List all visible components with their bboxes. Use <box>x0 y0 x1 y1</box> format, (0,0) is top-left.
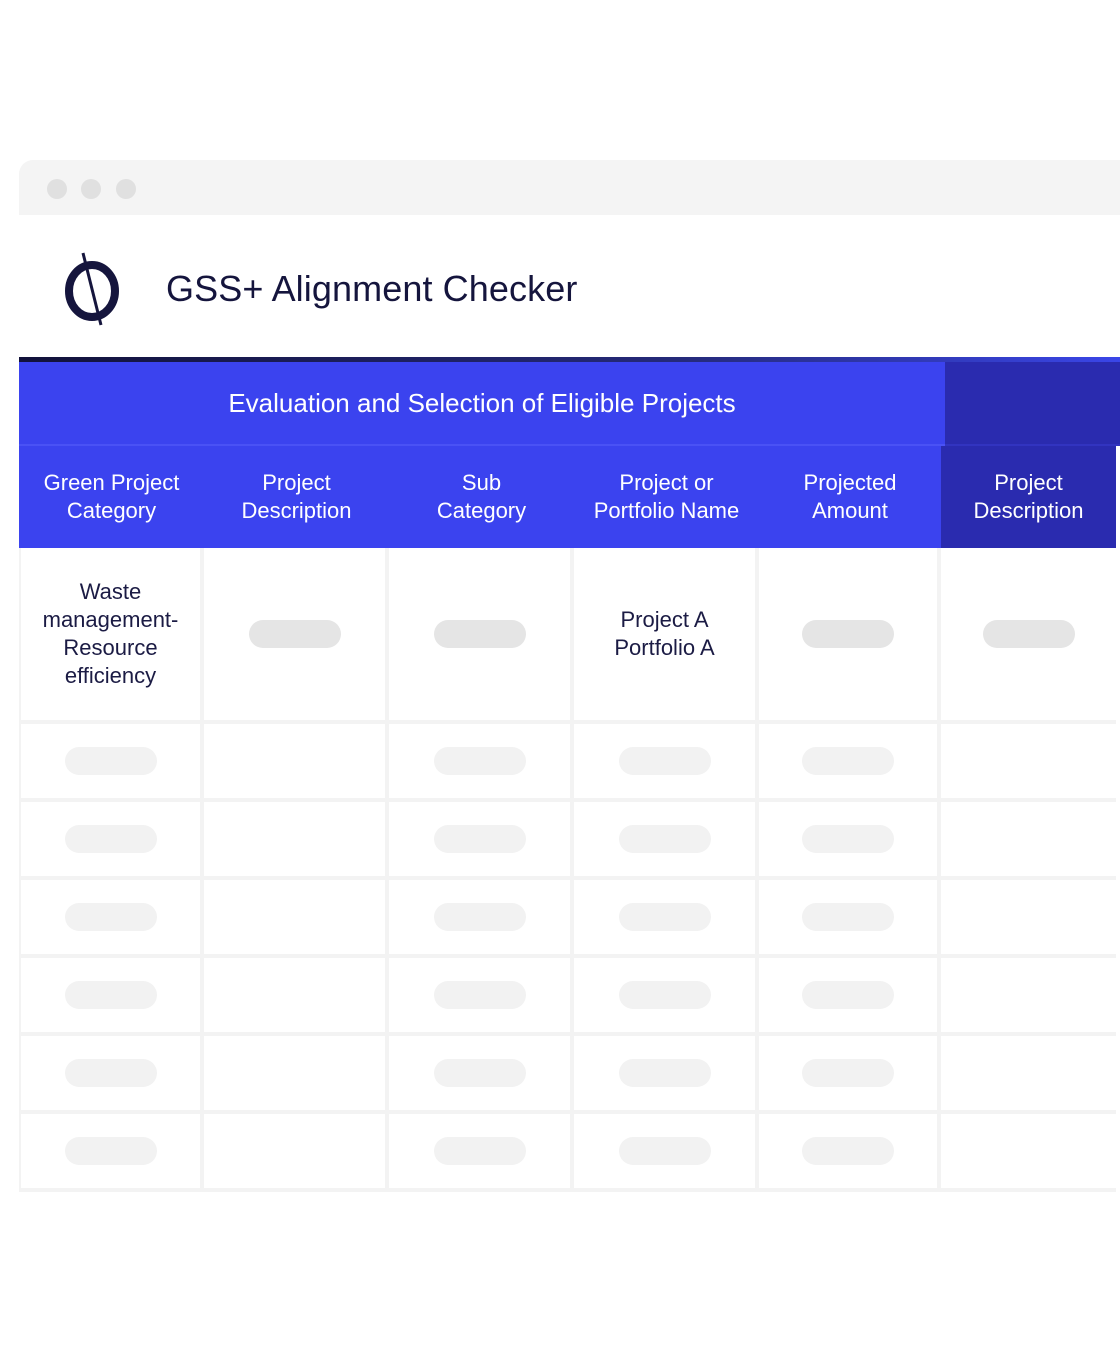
placeholder-pill <box>64 1059 157 1087</box>
placeholder-pill <box>433 1137 526 1165</box>
placeholder-pill <box>618 903 711 931</box>
table-row <box>19 1114 1120 1192</box>
placeholder-pill <box>802 903 894 931</box>
group-header-evaluation: Evaluation and Selection of Eligible Pro… <box>19 362 945 446</box>
placeholder-pill <box>802 825 894 853</box>
cell-project-or-portfolio-name[interactable] <box>574 958 759 1036</box>
cell-project-description[interactable] <box>204 724 389 802</box>
cell-project-description-2[interactable] <box>941 548 1116 724</box>
table-row <box>19 880 1120 958</box>
table-row: Waste management- Resource efficiency Pr… <box>19 548 1120 724</box>
cell-green-project-category[interactable] <box>19 802 204 880</box>
cell-projected-amount[interactable] <box>759 880 941 958</box>
cell-sub-category[interactable] <box>389 1114 574 1192</box>
placeholder-pill <box>64 747 157 775</box>
cell-project-or-portfolio-name[interactable]: Project A Portfolio A <box>574 548 759 724</box>
window-dot-icon[interactable] <box>81 179 101 199</box>
group-header-next <box>945 362 1120 446</box>
cell-project-description-2[interactable] <box>941 802 1116 880</box>
cell-green-project-category[interactable] <box>19 724 204 802</box>
cell-project-description-2[interactable] <box>941 958 1116 1036</box>
cell-green-project-category[interactable] <box>19 1114 204 1192</box>
group-header-row: Evaluation and Selection of Eligible Pro… <box>19 362 1120 446</box>
placeholder-pill <box>802 1137 894 1165</box>
placeholder-pill <box>618 1137 711 1165</box>
cell-projected-amount[interactable] <box>759 548 941 724</box>
cell-project-description[interactable] <box>204 802 389 880</box>
column-header-green-project-category[interactable]: Green Project Category <box>19 446 204 548</box>
placeholder-pill <box>802 747 894 775</box>
placeholder-pill <box>433 620 526 648</box>
cell-project-or-portfolio-name[interactable] <box>574 802 759 880</box>
placeholder-pill <box>802 1059 894 1087</box>
cell-project-or-portfolio-name[interactable] <box>574 1114 759 1192</box>
table-row <box>19 724 1120 802</box>
cell-project-description-2[interactable] <box>941 724 1116 802</box>
alignment-table: Evaluation and Selection of Eligible Pro… <box>19 357 1120 1192</box>
cell-green-project-category[interactable] <box>19 880 204 958</box>
placeholder-pill <box>433 747 526 775</box>
window-dot-icon[interactable] <box>47 179 67 199</box>
placeholder-pill <box>64 903 157 931</box>
column-header-project-or-portfolio-name[interactable]: Project or Portfolio Name <box>574 446 759 548</box>
cell-project-description-2[interactable] <box>941 1114 1116 1192</box>
cell-projected-amount[interactable] <box>759 724 941 802</box>
placeholder-pill <box>433 825 526 853</box>
placeholder-pill <box>802 981 894 1009</box>
browser-window: GSS+ Alignment Checker Evaluation and Se… <box>19 160 1120 1196</box>
cell-projected-amount[interactable] <box>759 958 941 1036</box>
cell-project-description[interactable] <box>204 958 389 1036</box>
cell-project-description[interactable] <box>204 1036 389 1114</box>
placeholder-pill <box>64 1137 157 1165</box>
cell-sub-category[interactable] <box>389 724 574 802</box>
cell-project-or-portfolio-name[interactable] <box>574 880 759 958</box>
app-title: GSS+ Alignment Checker <box>166 268 578 309</box>
window-dot-icon[interactable] <box>116 179 136 199</box>
placeholder-pill <box>433 981 526 1009</box>
cell-green-project-category[interactable] <box>19 1036 204 1114</box>
placeholder-pill <box>618 825 711 853</box>
placeholder-pill <box>433 903 526 931</box>
cell-project-description[interactable] <box>204 548 389 724</box>
cell-sub-category[interactable] <box>389 1036 574 1114</box>
table-row <box>19 1036 1120 1114</box>
cell-project-or-portfolio-name[interactable] <box>574 1036 759 1114</box>
table-row <box>19 802 1120 880</box>
cell-sub-category[interactable] <box>389 958 574 1036</box>
cell-project-description[interactable] <box>204 880 389 958</box>
cell-project-description[interactable] <box>204 1114 389 1192</box>
column-header-project-description-2[interactable]: Project Description <box>941 446 1116 548</box>
placeholder-pill <box>64 981 157 1009</box>
placeholder-pill <box>618 981 711 1009</box>
cell-project-or-portfolio-name[interactable] <box>574 724 759 802</box>
cell-green-project-category[interactable] <box>19 958 204 1036</box>
cell-project-description-2[interactable] <box>941 880 1116 958</box>
placeholder-pill <box>982 620 1075 648</box>
placeholder-pill <box>64 825 157 853</box>
placeholder-rows <box>19 724 1120 1192</box>
column-header-row: Green Project Category Project Descripti… <box>19 446 1120 548</box>
column-header-projected-amount[interactable]: Projected Amount <box>759 446 941 548</box>
cell-sub-category[interactable] <box>389 880 574 958</box>
cell-green-project-category[interactable]: Waste management- Resource efficiency <box>19 548 204 724</box>
cell-projected-amount[interactable] <box>759 1036 941 1114</box>
placeholder-pill <box>248 620 341 648</box>
table-row <box>19 958 1120 1036</box>
placeholder-pill <box>433 1059 526 1087</box>
circle-slash-logo-icon <box>65 252 119 326</box>
cell-sub-category[interactable] <box>389 802 574 880</box>
placeholder-pill <box>618 1059 711 1087</box>
cell-projected-amount[interactable] <box>759 802 941 880</box>
column-header-project-description[interactable]: Project Description <box>204 446 389 548</box>
cell-sub-category[interactable] <box>389 548 574 724</box>
column-header-sub-category[interactable]: Sub Category <box>389 446 574 548</box>
window-titlebar <box>19 160 1120 215</box>
cell-projected-amount[interactable] <box>759 1114 941 1192</box>
cell-project-description-2[interactable] <box>941 1036 1116 1114</box>
placeholder-pill <box>618 747 711 775</box>
placeholder-pill <box>802 620 894 648</box>
